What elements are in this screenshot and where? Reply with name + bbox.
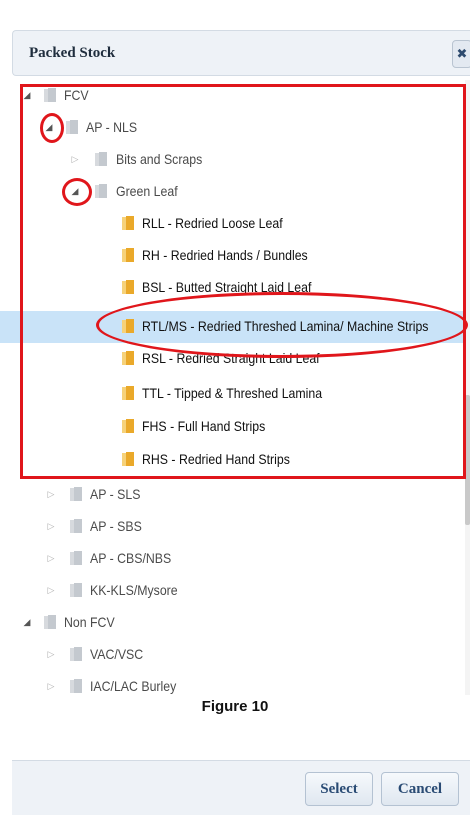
tree-node-label: Green Leaf — [116, 183, 178, 199]
dialog-header: Packed Stock — [12, 30, 470, 76]
collapsed-arrow-icon[interactable]: ▷ — [45, 520, 57, 532]
tree-node-fhs[interactable]: FHS - Full Hand Strips — [0, 411, 466, 443]
tree-node-label: RH - Redried Hands / Bundles — [142, 247, 308, 263]
folder-icon — [95, 184, 107, 198]
tree-node-label: RTL/MS - Redried Threshed Lamina/ Machin… — [142, 318, 429, 334]
tree-node-label: BSL - Butted Straight Laid Leaf — [142, 279, 312, 295]
tree-node-ap-sls[interactable]: ▷ AP - SLS — [0, 479, 466, 511]
folder-icon — [70, 583, 82, 597]
collapsed-arrow-icon[interactable]: ▷ — [45, 648, 57, 660]
folder-icon — [70, 487, 82, 501]
tree-node-iac-lac-burley[interactable]: ▷ IAC/LAC Burley — [0, 671, 466, 695]
tree-node-rtl-ms[interactable]: RTL/MS - Redried Threshed Lamina/ Machin… — [0, 311, 466, 343]
tree-node-bits-and-scraps[interactable]: ▷ Bits and Scraps — [0, 144, 466, 176]
expanded-arrow-icon[interactable]: ◢ — [43, 121, 55, 133]
open-folder-icon — [122, 419, 134, 433]
tree-node-ttl[interactable]: TTL - Tipped & Threshed Lamina — [0, 378, 466, 410]
tree-node-rh[interactable]: RH - Redried Hands / Bundles — [0, 240, 466, 272]
open-folder-icon — [122, 386, 134, 400]
tree-node-label: FHS - Full Hand Strips — [142, 418, 266, 434]
open-folder-icon — [122, 452, 134, 466]
open-folder-icon — [122, 351, 134, 365]
tree-node-label: RSL - Redried Straight Laid Leaf — [142, 350, 320, 366]
folder-icon — [70, 647, 82, 661]
tree-node-label: Bits and Scraps — [116, 151, 203, 167]
expanded-arrow-icon[interactable]: ◢ — [69, 185, 81, 197]
close-button[interactable]: ✖ — [452, 40, 470, 68]
folder-icon — [44, 615, 56, 629]
tree-node-label: AP - SBS — [90, 518, 142, 534]
collapsed-arrow-icon[interactable]: ▷ — [45, 488, 57, 500]
tree-node-ap-cbs-nbs[interactable]: ▷ AP - CBS/NBS — [0, 543, 466, 575]
packed-stock-tree: ◢ FCV ◢ AP - NLS ▷ Bits and Scraps ◢ Gre… — [0, 80, 470, 695]
dialog-title: Packed Stock — [29, 45, 116, 61]
open-folder-icon — [122, 319, 134, 333]
folder-icon — [70, 551, 82, 565]
tree-node-ap-sbs[interactable]: ▷ AP - SBS — [0, 511, 466, 543]
tree-node-bsl[interactable]: BSL - Butted Straight Laid Leaf — [0, 272, 466, 304]
open-folder-icon — [122, 248, 134, 262]
tree-node-label: RLL - Redried Loose Leaf — [142, 215, 283, 231]
tree-node-label: Non FCV — [64, 614, 115, 630]
tree-node-ap-nls[interactable]: ◢ AP - NLS — [0, 112, 466, 144]
tree-node-label: AP - NLS — [86, 119, 138, 135]
tree-node-rll[interactable]: RLL - Redried Loose Leaf — [0, 208, 466, 240]
tree-node-vac-vsc[interactable]: ▷ VAC/VSC — [0, 639, 466, 671]
collapsed-arrow-icon[interactable]: ▷ — [45, 552, 57, 564]
expanded-arrow-icon[interactable]: ◢ — [21, 616, 33, 628]
tree-node-label: RHS - Redried Hand Strips — [142, 451, 290, 467]
folder-icon — [44, 88, 56, 102]
open-folder-icon — [122, 280, 134, 294]
cancel-button[interactable]: Cancel — [381, 772, 459, 806]
folder-icon — [66, 120, 78, 134]
tree-node-kk-kls-mysore[interactable]: ▷ KK-KLS/Mysore — [0, 575, 466, 607]
tree-node-rsl[interactable]: RSL - Redried Straight Laid Leaf — [0, 343, 466, 375]
folder-icon — [95, 152, 107, 166]
tree-node-fcv[interactable]: ◢ FCV — [0, 80, 466, 112]
folder-icon — [70, 519, 82, 533]
open-folder-icon — [122, 216, 134, 230]
collapsed-arrow-icon[interactable]: ▷ — [69, 153, 81, 165]
figure-caption: Figure 10 — [201, 698, 269, 715]
expanded-arrow-icon[interactable]: ◢ — [21, 89, 33, 101]
select-button[interactable]: Select — [305, 772, 373, 806]
tree-node-label: AP - SLS — [90, 486, 141, 502]
tree-node-label: TTL - Tipped & Threshed Lamina — [142, 385, 323, 401]
tree-node-label: AP - CBS/NBS — [90, 550, 172, 566]
tree-scrollbar[interactable] — [465, 80, 470, 695]
tree-node-green-leaf[interactable]: ◢ Green Leaf — [0, 176, 466, 208]
close-icon: ✖ — [456, 46, 468, 61]
tree-node-label: FCV — [64, 87, 89, 103]
collapsed-arrow-icon[interactable]: ▷ — [45, 680, 57, 692]
tree-node-non-fcv[interactable]: ◢ Non FCV — [0, 607, 466, 639]
tree-node-rhs[interactable]: RHS - Redried Hand Strips — [0, 444, 466, 476]
tree-node-label: IAC/LAC Burley — [90, 678, 177, 694]
tree-scrollbar-thumb[interactable] — [465, 395, 470, 525]
collapsed-arrow-icon[interactable]: ▷ — [45, 584, 57, 596]
tree-node-label: VAC/VSC — [90, 646, 144, 662]
folder-icon — [70, 679, 82, 693]
tree-node-label: KK-KLS/Mysore — [90, 582, 178, 598]
